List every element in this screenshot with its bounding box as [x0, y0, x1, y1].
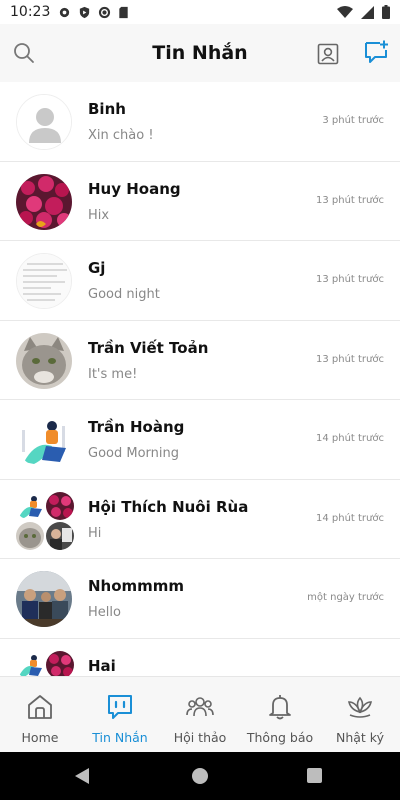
- conversation-time: 13 phút trước: [315, 274, 384, 285]
- group-icon: [186, 697, 214, 717]
- recents-icon[interactable]: [307, 768, 322, 783]
- nav-item-messages[interactable]: Tin Nhắn: [80, 677, 160, 752]
- nav-label: Nhật ký: [336, 730, 384, 745]
- status-notification-icons: [58, 6, 129, 19]
- home-button-icon[interactable]: [192, 768, 208, 784]
- bottom-navigation: Home Tin Nhắn Hội thảo Thông báo Nhật ký: [0, 676, 400, 752]
- conversation-name: Hai: [88, 656, 116, 675]
- nav-label: Home: [21, 730, 59, 745]
- conversation-name: Trần Viết Toản: [88, 338, 209, 357]
- conversation-preview: Good night: [88, 287, 160, 302]
- conversation-time: 14 phút trước: [315, 433, 384, 444]
- lotus-icon: [347, 696, 373, 718]
- avatar-placeholder: [16, 94, 72, 150]
- conversation-time: 13 phút trước: [315, 194, 384, 206]
- status-bar: 10:23: [0, 0, 400, 24]
- new-message-icon[interactable]: [363, 39, 389, 65]
- conversation-preview: Hix: [88, 207, 110, 223]
- nav-label: Thông báo: [246, 730, 314, 745]
- bell-icon: [269, 695, 291, 720]
- conversation-name: Binh: [88, 100, 126, 118]
- nav-item-home[interactable]: Home: [0, 677, 80, 752]
- conversation-row[interactable]: Gj Good night 13 phút trước: [0, 241, 400, 321]
- conversation-name: Gj: [88, 259, 106, 277]
- app-header: Tin Nhắn: [0, 24, 400, 82]
- home-icon: [28, 695, 52, 719]
- conversation-row[interactable]: Hai: [0, 639, 400, 676]
- group-avatar: [14, 649, 74, 676]
- group-member-avatar: [16, 650, 44, 676]
- conversation-time: 3 phút trước: [322, 115, 384, 126]
- avatar-document: [16, 253, 72, 309]
- conversation-time: một ngày trước: [307, 592, 384, 603]
- conversation-row[interactable]: Huy Hoang Hix 13 phút trước: [0, 162, 400, 241]
- nav-item-notifications[interactable]: Thông báo: [240, 677, 320, 752]
- contacts-icon[interactable]: [316, 42, 340, 66]
- conversation-preview: It's me!: [88, 366, 138, 382]
- settings-icon: [60, 7, 70, 17]
- conversation-time: 13 phút trước: [315, 353, 384, 365]
- conversation-name: Nhommmm: [88, 577, 185, 595]
- back-icon[interactable]: [74, 767, 90, 785]
- group-member-avatar: [46, 521, 74, 550]
- conversation-name: Huy Hoang: [88, 179, 181, 198]
- conversation-preview: Xin chào !: [88, 128, 154, 143]
- conversation-preview: Hi: [88, 525, 102, 541]
- conversation-name: Trần Hoàng: [88, 418, 185, 436]
- avatar-flowers: [16, 173, 72, 230]
- page-title: Tin Nhắn: [152, 42, 248, 64]
- conversation-row[interactable]: Hội Thích Nuôi Rùa Hi 14 phút trước: [0, 480, 400, 559]
- chat-icon: [108, 695, 132, 719]
- status-time: 10:23: [10, 4, 51, 20]
- conversation-preview: Good Morning: [88, 446, 179, 461]
- conversation-time: 14 phút trước: [315, 512, 384, 524]
- nav-label: Hội thảo: [173, 730, 227, 745]
- group-member-avatar: [46, 650, 74, 676]
- conversation-row[interactable]: Nhommmm Hello một ngày trước: [0, 559, 400, 639]
- group-avatar: [14, 490, 74, 550]
- group-member-avatar: [16, 521, 44, 550]
- nav-item-seminar[interactable]: Hội thảo: [160, 677, 240, 752]
- avatar-illustration: [16, 412, 72, 468]
- signal-icon: [361, 5, 374, 19]
- wifi-icon: [337, 5, 353, 18]
- nav-item-journal[interactable]: Nhật ký: [320, 677, 400, 752]
- conversation-row[interactable]: Trần Viết Toản It's me! 13 phút trước: [0, 321, 400, 400]
- shield-icon: [80, 6, 90, 18]
- avatar-cat: [16, 332, 72, 389]
- search-icon[interactable]: [12, 41, 36, 65]
- conversation-name: Hội Thích Nuôi Rùa: [88, 497, 249, 516]
- conversation-row[interactable]: Trần Hoàng Good Morning 14 phút trước: [0, 400, 400, 480]
- group-member-avatar: [46, 491, 74, 520]
- conversation-list: Binh Xin chào ! 3 phút trước Huy Hoang H…: [0, 82, 400, 676]
- sd-card-icon: [119, 6, 129, 18]
- sync-icon: [99, 6, 111, 18]
- conversation-row[interactable]: Binh Xin chào ! 3 phút trước: [0, 82, 400, 162]
- conversation-preview: Hello: [88, 605, 121, 620]
- avatar-group-photo: [16, 571, 72, 627]
- system-navigation-bar: [0, 752, 400, 800]
- battery-icon: [382, 5, 390, 19]
- group-member-avatar: [16, 491, 44, 520]
- nav-label: Tin Nhắn: [92, 730, 148, 745]
